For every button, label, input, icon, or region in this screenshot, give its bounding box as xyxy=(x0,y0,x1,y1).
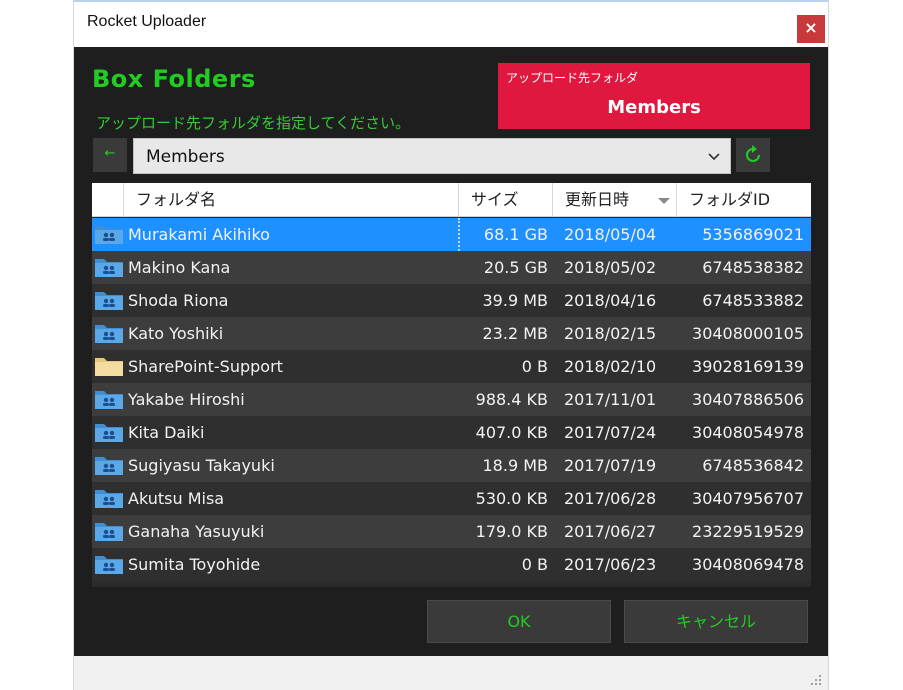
window-title: Rocket Uploader xyxy=(87,13,207,30)
shared-folder-icon xyxy=(95,490,123,508)
close-button[interactable]: × xyxy=(797,15,825,43)
folder-name-cell: Sumita Toyohide xyxy=(128,555,261,574)
folder-id-cell: 30407886506 xyxy=(692,390,804,409)
table-row[interactable]: Shoda Riona 39.9 MB 2018/04/16 6748533882 xyxy=(92,284,811,317)
size-cell: 179.0 KB xyxy=(475,522,548,541)
size-cell: 23.2 MB xyxy=(482,324,549,343)
modified-date-cell: 2018/04/16 xyxy=(564,291,657,310)
folder-name-cell: Sugiyasu Takayuki xyxy=(128,456,275,475)
size-cell: 0 B xyxy=(521,555,548,574)
table-row[interactable]: Makino Kana 20.5 GB 2018/05/02 6748538382 xyxy=(92,251,811,284)
size-cell: 39.9 MB xyxy=(482,291,549,310)
folder-icon xyxy=(95,358,123,376)
table-row[interactable]: Kita Daiki 407.0 KB 2017/07/24 30408054978 xyxy=(92,416,811,449)
page-title: Box Folders xyxy=(92,65,256,93)
size-cell: 18.9 MB xyxy=(482,456,549,475)
folder-id-cell: 30407956707 xyxy=(692,489,804,508)
back-arrow-icon: ← xyxy=(104,146,116,161)
chevron-down-icon xyxy=(708,153,720,161)
size-cell: 20.5 GB xyxy=(483,258,548,277)
folder-id-cell: 39028169139 xyxy=(692,357,804,376)
column-header-folder-id[interactable]: フォルダID xyxy=(676,183,811,217)
modified-date-cell: 2017/11/01 xyxy=(564,390,657,409)
refresh-icon xyxy=(746,145,760,162)
folder-name-cell: Kita Daiki xyxy=(128,423,205,442)
folder-dropdown[interactable]: Members xyxy=(133,138,731,174)
column-header-modified[interactable]: 更新日時 xyxy=(552,183,676,217)
size-cell: 407.0 KB xyxy=(475,423,548,442)
destination-label: アップロード先フォルダ xyxy=(506,71,639,85)
folder-name-cell: Yakabe Hiroshi xyxy=(128,390,245,409)
modified-date-cell: 2017/07/19 xyxy=(564,456,657,475)
dialog-window: Rocket Uploader × Box Folders アップロード先フォル… xyxy=(73,0,829,690)
column-header-modified-label: 更新日時 xyxy=(565,190,630,209)
dialog-content: Box Folders アップロード先フォルダを指定してください。 アップロード… xyxy=(74,47,828,656)
destination-folder-panel: アップロード先フォルダ Members xyxy=(498,63,810,129)
modified-date-cell: 2017/06/27 xyxy=(564,522,657,541)
size-cell: 0 B xyxy=(521,357,548,376)
resize-grip-icon[interactable] xyxy=(808,672,822,686)
folder-name-cell: Kato Yoshiki xyxy=(128,324,224,343)
cancel-button[interactable]: キャンセル xyxy=(624,600,808,643)
folder-id-cell: 6748536842 xyxy=(702,456,804,475)
destination-value: Members xyxy=(607,97,701,118)
folder-table: フォルダ名 サイズ 更新日時 フォルダID Murakami Akihiko 68… xyxy=(92,183,811,587)
table-header: フォルダ名 サイズ 更新日時 フォルダID xyxy=(92,183,811,217)
table-row[interactable]: SharePoint-Support 0 B 2018/02/10 390281691… xyxy=(92,350,811,383)
size-cell: 988.4 KB xyxy=(475,390,548,409)
shared-folder-icon xyxy=(95,556,123,574)
instruction-text: アップロード先フォルダを指定してください。 xyxy=(96,114,411,132)
shared-folder-icon xyxy=(95,424,123,442)
folder-id-cell: 6748538382 xyxy=(702,258,804,277)
folder-name-cell: Ganaha Yasuyuki xyxy=(128,522,265,541)
table-row[interactable]: Akutsu Misa 530.0 KB 2017/06/28 30407956707 xyxy=(92,482,811,515)
shared-folder-icon xyxy=(95,325,123,343)
folder-id-cell: 5356869021 xyxy=(702,225,804,244)
table-row[interactable]: Kato Yoshiki 23.2 MB 2018/02/15 30408000105 xyxy=(92,317,811,350)
folder-name-cell: Akutsu Misa xyxy=(128,489,225,508)
back-button[interactable]: ← xyxy=(93,138,127,172)
title-bar[interactable]: Rocket Uploader × xyxy=(74,2,828,47)
table-row[interactable]: Sugiyasu Takayuki 18.9 MB 2017/07/19 674853… xyxy=(92,449,811,482)
folder-dropdown-value: Members xyxy=(146,147,225,167)
focus-indicator xyxy=(458,218,550,251)
modified-date-cell: 2018/02/15 xyxy=(564,324,657,343)
modified-date-cell: 2018/05/02 xyxy=(564,258,657,277)
shared-folder-icon xyxy=(95,292,123,310)
folder-id-cell: 30408000105 xyxy=(692,324,804,343)
shared-folder-icon xyxy=(95,259,123,277)
modified-date-cell: 2017/07/24 xyxy=(564,423,657,442)
refresh-button[interactable] xyxy=(736,138,770,172)
header-icon-column xyxy=(92,183,123,217)
column-header-size[interactable]: サイズ xyxy=(458,183,552,217)
sort-descending-icon xyxy=(658,198,670,204)
table-row[interactable]: Ganaha Yasuyuki 179.0 KB 2017/06/27 2322951… xyxy=(92,515,811,548)
folder-name-cell: Shoda Riona xyxy=(128,291,229,310)
folder-id-cell: 30408054978 xyxy=(692,423,804,442)
table-row[interactable]: Sumita Toyohide 0 B 2017/06/23 30408069478 xyxy=(92,548,811,581)
status-bar xyxy=(74,656,828,690)
ok-button[interactable]: OK xyxy=(427,600,611,643)
table-row[interactable]: Murakami Akihiko 68.1 GB 2018/05/04 5356869… xyxy=(92,218,811,251)
size-cell: 530.0 KB xyxy=(475,489,548,508)
shared-folder-icon xyxy=(95,226,123,244)
shared-folder-icon xyxy=(95,523,123,541)
folder-id-cell: 23229519529 xyxy=(692,522,804,541)
shared-folder-icon xyxy=(95,391,123,409)
folder-id-cell: 30408069478 xyxy=(692,555,804,574)
modified-date-cell: 2017/06/23 xyxy=(564,555,657,574)
folder-name-cell: SharePoint-Support xyxy=(128,357,283,376)
folder-name-cell: Makino Kana xyxy=(128,258,231,277)
modified-date-cell: 2017/06/28 xyxy=(564,489,657,508)
shared-folder-icon xyxy=(95,457,123,475)
modified-date-cell: 2018/02/10 xyxy=(564,357,657,376)
folder-id-cell: 6748533882 xyxy=(702,291,804,310)
folder-name-cell: Murakami Akihiko xyxy=(128,225,270,244)
table-row[interactable]: Yakabe Hiroshi 988.4 KB 2017/11/01 30407886… xyxy=(92,383,811,416)
modified-date-cell: 2018/05/04 xyxy=(564,225,657,244)
column-header-folder-name[interactable]: フォルダ名 xyxy=(123,183,458,217)
